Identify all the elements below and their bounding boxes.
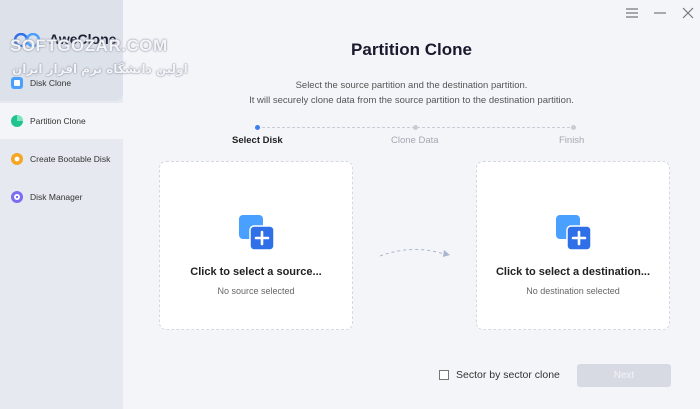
partition-clone-icon xyxy=(11,115,23,127)
sector-by-sector-label: Sector by sector clone xyxy=(456,369,560,381)
next-button[interactable]: Next xyxy=(577,364,671,387)
watermark-subtext: اولین دانشگاه نرم افزار ایران xyxy=(12,62,188,76)
destination-card-title: Click to select a destination... xyxy=(495,266,651,278)
step-label-finish: Finish xyxy=(559,135,585,146)
add-partition-icon xyxy=(556,215,592,251)
step-label-clone-data: Clone Data xyxy=(391,135,439,146)
sidebar-item-label: Disk Clone xyxy=(30,78,72,88)
sidebar-item-create-bootable-disk[interactable]: Create Bootable Disk xyxy=(0,141,123,177)
destination-card-status: No destination selected xyxy=(526,286,620,296)
source-select-card[interactable]: Click to select a source... No source se… xyxy=(159,161,353,330)
sidebar-item-partition-clone[interactable]: Partition Clone xyxy=(0,103,123,139)
sidebar-item-label: Disk Manager xyxy=(30,192,83,202)
sidebar-item-label: Partition Clone xyxy=(30,116,86,126)
source-card-status: No source selected xyxy=(217,286,295,296)
clone-direction-arrow-icon xyxy=(379,248,450,257)
disk-manager-icon xyxy=(11,191,23,203)
source-card-title: Click to select a source... xyxy=(190,266,322,278)
page-title: Partition Clone xyxy=(351,40,472,59)
page-description-line-2: It will securely clone data from the sou… xyxy=(249,95,574,106)
add-partition-icon xyxy=(239,215,275,251)
sidebar-item-disk-manager[interactable]: Disk Manager xyxy=(0,179,123,215)
minimize-icon[interactable] xyxy=(652,5,668,21)
destination-select-card[interactable]: Click to select a destination... No dest… xyxy=(476,161,670,330)
bootable-disk-icon xyxy=(11,153,23,165)
close-icon[interactable] xyxy=(680,5,696,21)
disk-clone-icon xyxy=(11,77,23,89)
step-label-select-disk: Select Disk xyxy=(232,135,283,146)
step-dot-clone-data xyxy=(413,125,418,130)
page-description-line-1: Select the source partition and the dest… xyxy=(295,80,528,91)
sidebar-item-label: Create Bootable Disk xyxy=(30,154,111,164)
menu-icon[interactable] xyxy=(624,5,640,21)
sector-by-sector-checkbox[interactable] xyxy=(439,370,449,380)
step-dot-finish xyxy=(571,125,576,130)
step-dot-select-disk xyxy=(255,125,260,130)
watermark-text: SOFTGOZAR.COM xyxy=(10,36,168,55)
